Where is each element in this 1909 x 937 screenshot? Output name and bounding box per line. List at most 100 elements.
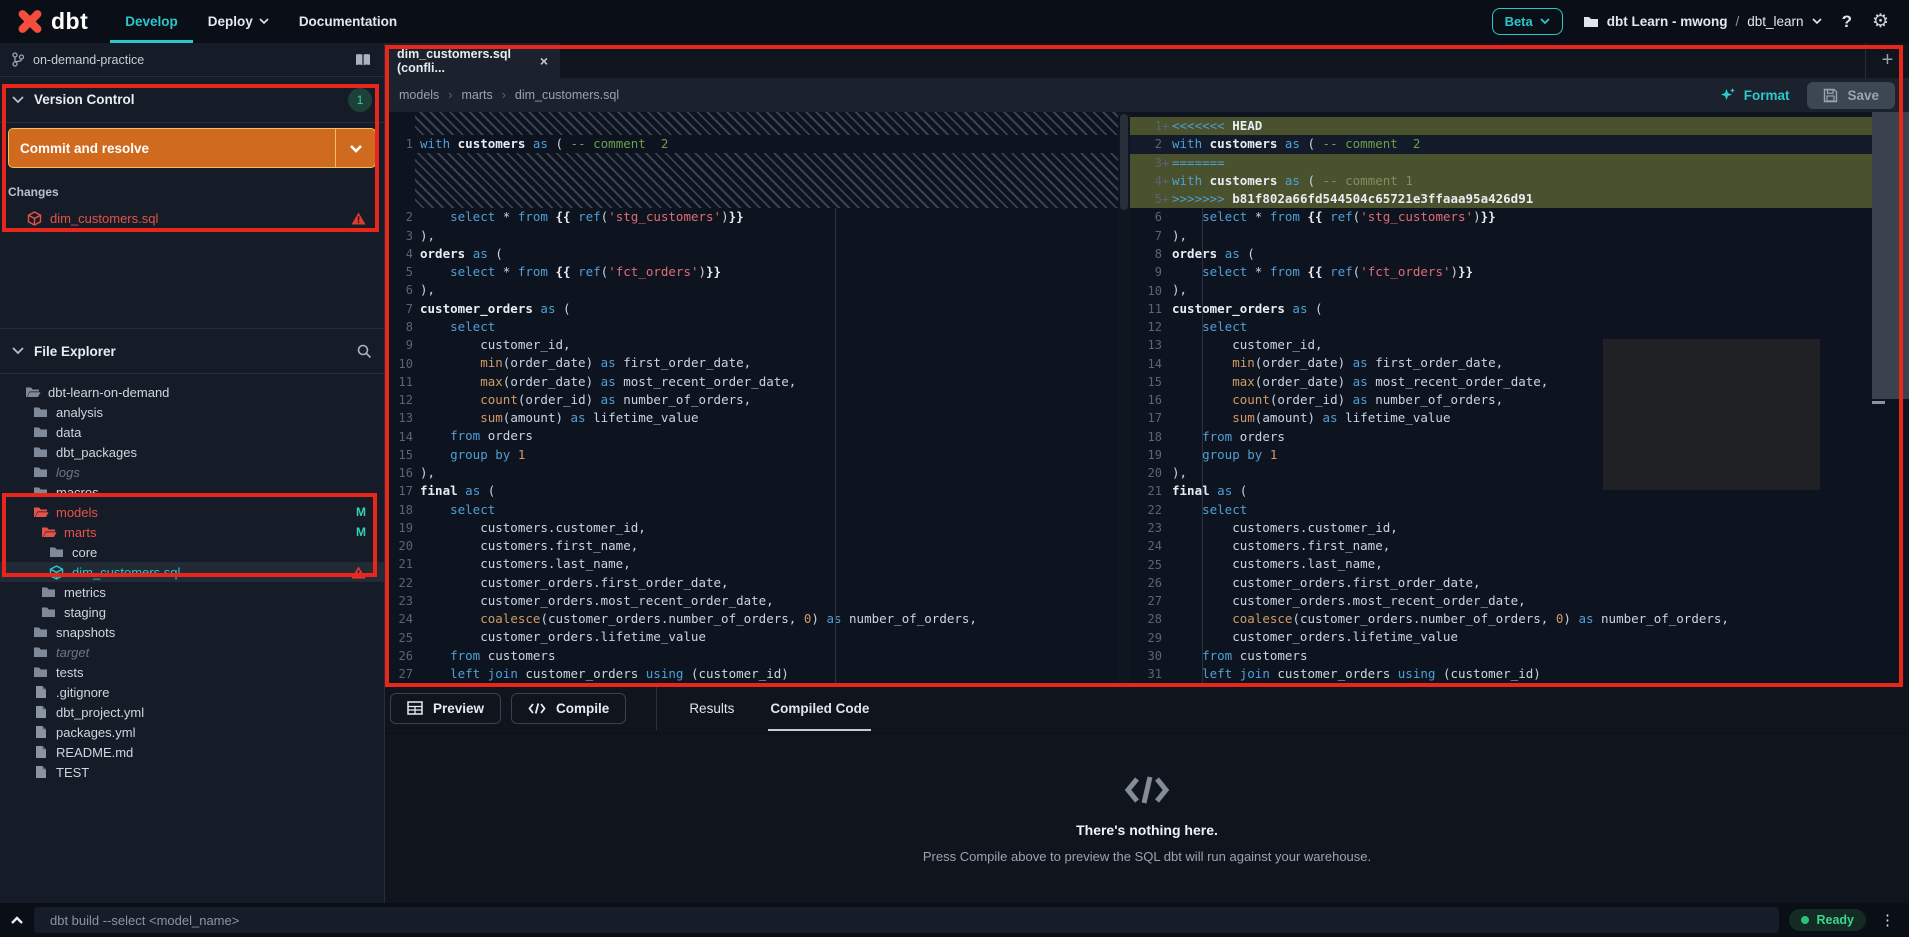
git-branch-icon xyxy=(12,52,24,67)
folder-icon xyxy=(32,626,49,638)
save-button[interactable]: Save xyxy=(1807,81,1895,109)
nav-item-deploy[interactable]: Deploy xyxy=(193,0,284,43)
chevron-down-icon xyxy=(12,347,24,355)
tree-item-snapshots[interactable]: snapshots xyxy=(0,622,384,642)
help-icon[interactable]: ? xyxy=(1842,12,1852,32)
nav-item-documentation[interactable]: Documentation xyxy=(284,0,412,43)
tab-title: dim_customers.sql (confli... xyxy=(397,46,511,75)
tree-item-tests[interactable]: tests xyxy=(0,662,384,682)
tree-item-target[interactable]: target xyxy=(0,642,384,662)
docs-book-icon[interactable] xyxy=(354,53,372,67)
left-pane-scrollbar[interactable] xyxy=(1118,112,1130,683)
branch-selector[interactable]: on-demand-practice xyxy=(0,43,384,77)
code-line: 10 min(order_date) as first_order_date, xyxy=(398,355,752,371)
tree-item-.gitignore[interactable]: .gitignore xyxy=(0,682,384,702)
tree-item-label: models xyxy=(56,504,98,520)
breadcrumb[interactable]: marts xyxy=(461,88,492,102)
tab-dim-customers[interactable]: dim_customers.sql (confli... × xyxy=(385,43,560,78)
conflict-hatch-region xyxy=(415,153,1118,209)
commit-dropdown-button[interactable] xyxy=(335,129,375,167)
code-line: 4 + with customers as ( -- comment 1 xyxy=(1130,171,1909,191)
save-floppy-icon xyxy=(1823,88,1838,103)
tree-item-dbt-learn-on-demand[interactable]: dbt-learn-on-demand xyxy=(0,382,384,402)
code-line: 8 orders as ( xyxy=(1154,245,1255,261)
project-name: dbt Learn - mwong xyxy=(1606,14,1728,29)
tab-compiled-code[interactable]: Compiled Code xyxy=(768,683,872,733)
chevron-down-icon xyxy=(1540,18,1550,25)
chevron-down-icon xyxy=(1811,18,1822,25)
code-line: 5 + >>>>>>> b81f802a66fd544504c65721e3ffaa… xyxy=(1130,190,1909,209)
tree-item-macros[interactable]: macros xyxy=(0,482,384,502)
tree-item-label: core xyxy=(72,544,98,560)
code-line: 5 select * from {{ ref('fct_orders')}} xyxy=(405,264,722,280)
tree-item-analysis[interactable]: analysis xyxy=(0,402,384,422)
tree-item-staging[interactable]: staging xyxy=(0,602,384,622)
tree-item-metrics[interactable]: metrics xyxy=(0,582,384,602)
code-line: 8 select xyxy=(405,318,496,334)
format-button[interactable]: Format xyxy=(1720,87,1789,103)
tree-item-data[interactable]: data xyxy=(0,422,384,442)
tree-item-label: snapshots xyxy=(56,624,116,640)
tree-item-packages.yml[interactable]: packages.yml xyxy=(0,722,384,742)
top-navbar: dbt Develop Deploy Documentation Beta db… xyxy=(0,0,1909,43)
tree-item-logs[interactable]: logs xyxy=(0,462,384,482)
kebab-menu-icon[interactable]: ⋮ xyxy=(1876,911,1899,929)
gear-icon[interactable]: ⚙ xyxy=(1872,10,1889,33)
file-icon xyxy=(32,765,49,779)
code-line: 18 select xyxy=(398,501,496,517)
tree-item-label: metrics xyxy=(64,584,106,600)
breadcrumb[interactable]: dim_customers.sql xyxy=(515,88,619,102)
tab-results[interactable]: Results xyxy=(687,683,736,733)
version-control-badge: 1 xyxy=(348,87,372,112)
code-line: 9 customer_id, xyxy=(405,337,571,353)
commit-and-resolve-button[interactable]: Commit and resolve xyxy=(8,128,376,168)
beta-button[interactable]: Beta xyxy=(1491,8,1563,35)
tree-item-README.md[interactable]: README.md xyxy=(0,742,384,762)
command-input[interactable]: dbt build --select <model_name> xyxy=(34,907,1780,933)
tree-item-dbt_packages[interactable]: dbt_packages xyxy=(0,442,384,462)
tree-item-dbt_project.yml[interactable]: dbt_project.yml xyxy=(0,702,384,722)
file-explorer-header[interactable]: File Explorer xyxy=(0,328,384,374)
folder-open-icon xyxy=(32,506,49,518)
chevron-up-icon[interactable] xyxy=(10,915,24,925)
editor-tabbar: dim_customers.sql (confli... × + xyxy=(385,43,1909,78)
tree-item-dim_customers.sql[interactable]: dim_customers.sql xyxy=(0,562,384,582)
compile-button[interactable]: Compile xyxy=(511,692,627,724)
code-line: 6 select * from {{ ref('stg_customers')}… xyxy=(1154,209,1496,225)
new-tab-button[interactable]: + xyxy=(1865,43,1909,78)
tree-item-models[interactable]: models M xyxy=(0,502,384,522)
tree-item-marts[interactable]: marts M xyxy=(0,522,384,542)
chevron-right-icon: › xyxy=(501,88,506,102)
tree-item-TEST[interactable]: TEST xyxy=(0,762,384,782)
code-line: 11 max(order_date) as most_recent_order_… xyxy=(398,373,797,389)
breadcrumb[interactable]: models xyxy=(399,88,439,102)
code-line: 25 customers.last_name, xyxy=(1147,556,1383,572)
sparkle-icon xyxy=(1720,87,1736,103)
merge-conflict-editor[interactable]: 1 with customers as ( -- comment 2 2 selec… xyxy=(385,112,1909,683)
tree-item-core[interactable]: core xyxy=(0,542,384,562)
code-line: 4 orders as ( xyxy=(405,245,503,261)
close-icon[interactable]: × xyxy=(540,53,548,69)
branch-name: on-demand-practice xyxy=(33,52,145,67)
folder-icon xyxy=(32,426,49,438)
chevron-right-icon: › xyxy=(448,88,453,102)
code-line: 26 customer_orders.first_order_date, xyxy=(1147,574,1481,590)
code-line: 11 customer_orders as ( xyxy=(1147,300,1323,316)
dbt-logo-text: dbt xyxy=(51,8,89,34)
folder-icon xyxy=(40,606,57,618)
dbt-logo-icon xyxy=(16,8,44,35)
search-icon[interactable] xyxy=(357,344,372,359)
nav-item-develop[interactable]: Develop xyxy=(110,0,193,43)
code-line: 26 from customers xyxy=(398,647,556,663)
minimap-scrollbar[interactable] xyxy=(1872,112,1909,399)
tree-item-label: target xyxy=(56,644,90,660)
preview-button[interactable]: Preview xyxy=(390,692,502,724)
version-control-header[interactable]: Version Control 1 xyxy=(0,77,384,123)
command-placeholder: dbt build --select <model_name> xyxy=(50,912,240,928)
editor-pane-left[interactable]: 1 with customers as ( -- comment 2 2 selec… xyxy=(385,112,1118,683)
preview-grid-icon xyxy=(407,701,423,715)
environment-selector[interactable]: dbt_learn xyxy=(1747,14,1803,29)
chevron-down-icon xyxy=(12,95,24,104)
code-line: 6), xyxy=(405,282,436,298)
changed-file-dim-customers[interactable]: dim_customers.sql xyxy=(0,208,384,228)
